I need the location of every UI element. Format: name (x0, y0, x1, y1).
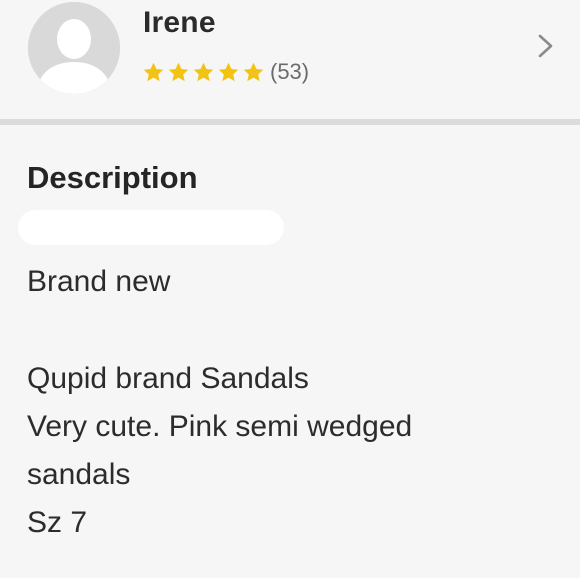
description-line: Brand new (27, 265, 171, 298)
description-title: Description (27, 160, 198, 195)
description-line: Sz 7 (27, 506, 88, 539)
seller-rating[interactable]: (53) (142, 58, 309, 86)
listing-page: Irene (53) Description Brand new Qupid b… (0, 0, 580, 578)
star-icon (193, 62, 214, 81)
description-line: Very cute. Pink semi wedged (27, 410, 413, 443)
seller-row[interactable]: Irene (53) (0, 0, 580, 118)
rating-stars (142, 61, 267, 84)
star-icon (143, 62, 164, 81)
chevron-right-icon[interactable] (536, 33, 556, 59)
star-icon (243, 62, 264, 81)
section-divider (0, 119, 580, 125)
star-icon (218, 62, 239, 81)
seller-avatar[interactable] (28, 2, 120, 94)
seller-name[interactable]: Irene (143, 6, 216, 40)
redacted-text-block (18, 210, 284, 245)
description-line: sandals (27, 458, 131, 491)
description-line: Qupid brand Sandals (27, 362, 309, 395)
star-icon (168, 62, 189, 81)
default-user-avatar-icon (28, 2, 120, 94)
rating-count: (53) (270, 59, 310, 84)
